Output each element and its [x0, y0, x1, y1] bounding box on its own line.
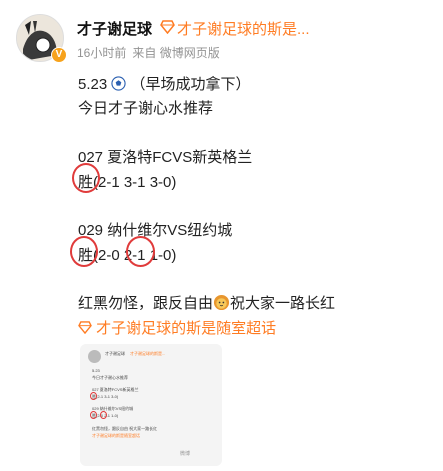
- verified-badge: V: [51, 47, 67, 63]
- super-topic-footer-text[interactable]: 才子谢足球的斯是随室超话: [96, 320, 276, 337]
- super-topic-link[interactable]: 才子谢足球的斯是...: [177, 18, 310, 39]
- highlight-circle-pick2-result: [70, 236, 98, 267]
- thumbnail-username: 才子谢足球: [105, 351, 125, 356]
- thumbnail-match-1: 027 夏洛特FCVS新英格兰: [92, 387, 139, 392]
- thumbnail-match-2: 029 纳什维尔VS纽约城: [92, 406, 134, 411]
- highlight-circle-pick1: [72, 163, 100, 193]
- closing-line: 红黑勿怪，跟反自由 祝大家一路长红: [78, 292, 335, 313]
- post-meta: 16小时前 来自 微博网页版: [77, 44, 226, 61]
- date-note: （早场成功拿下）: [130, 76, 251, 93]
- date-line: 5.23 （早场成功拿下）: [78, 73, 251, 94]
- subtitle: 今日才子谢心水推荐: [78, 100, 214, 117]
- diamond-icon: [160, 20, 175, 34]
- post-time[interactable]: 16小时前: [77, 46, 126, 60]
- thumbnail-date: 5.23: [92, 368, 100, 373]
- lion-emoji-icon: [213, 294, 230, 311]
- post-image-thumbnail[interactable]: 才子谢足球 才子谢足球的斯是... 5.23 今日才子谢心水推荐 027 夏洛特…: [80, 344, 222, 466]
- highlight-circle-pick2-score: [126, 236, 155, 267]
- closing-text-a: 红黑勿怪，跟反自由: [78, 295, 214, 312]
- match-2: 029 纳什维尔VS纽约城: [78, 222, 233, 239]
- thumbnail-circle-2: [90, 411, 97, 419]
- thumbnail-super-topic: 才子谢足球的斯是...: [130, 351, 166, 356]
- date-text: 5.23: [78, 76, 108, 93]
- super-topic-footer[interactable]: 才子谢足球的斯是随室超话: [78, 317, 276, 338]
- match-1: 027 夏洛特FCVS新英格兰: [78, 149, 253, 166]
- soccer-ball-icon: [111, 76, 126, 91]
- diamond-icon: [78, 321, 92, 335]
- thumbnail-watermark: 微博: [180, 451, 191, 457]
- post-source: 来自 微博网页版: [132, 46, 220, 60]
- closing-text-b: 祝大家一路长红: [230, 295, 336, 312]
- thumbnail-closing: 红黑勿怪，跟反自由 祝大家一路长红: [92, 426, 158, 431]
- thumbnail-circle-1: [90, 392, 97, 400]
- thumbnail-super-topic-footer: 才子谢足球的斯是随室超话: [92, 433, 140, 438]
- thumbnail-circle-3: [100, 411, 107, 419]
- username[interactable]: 才子谢足球: [77, 18, 152, 39]
- thumbnail-avatar: [88, 350, 101, 363]
- thumbnail-subtitle: 今日才子谢心水推荐: [92, 375, 128, 380]
- weibo-post: V 才子谢足球 才子谢足球的斯是... 16小时前 来自 微博网页版 5.23 （…: [0, 0, 443, 471]
